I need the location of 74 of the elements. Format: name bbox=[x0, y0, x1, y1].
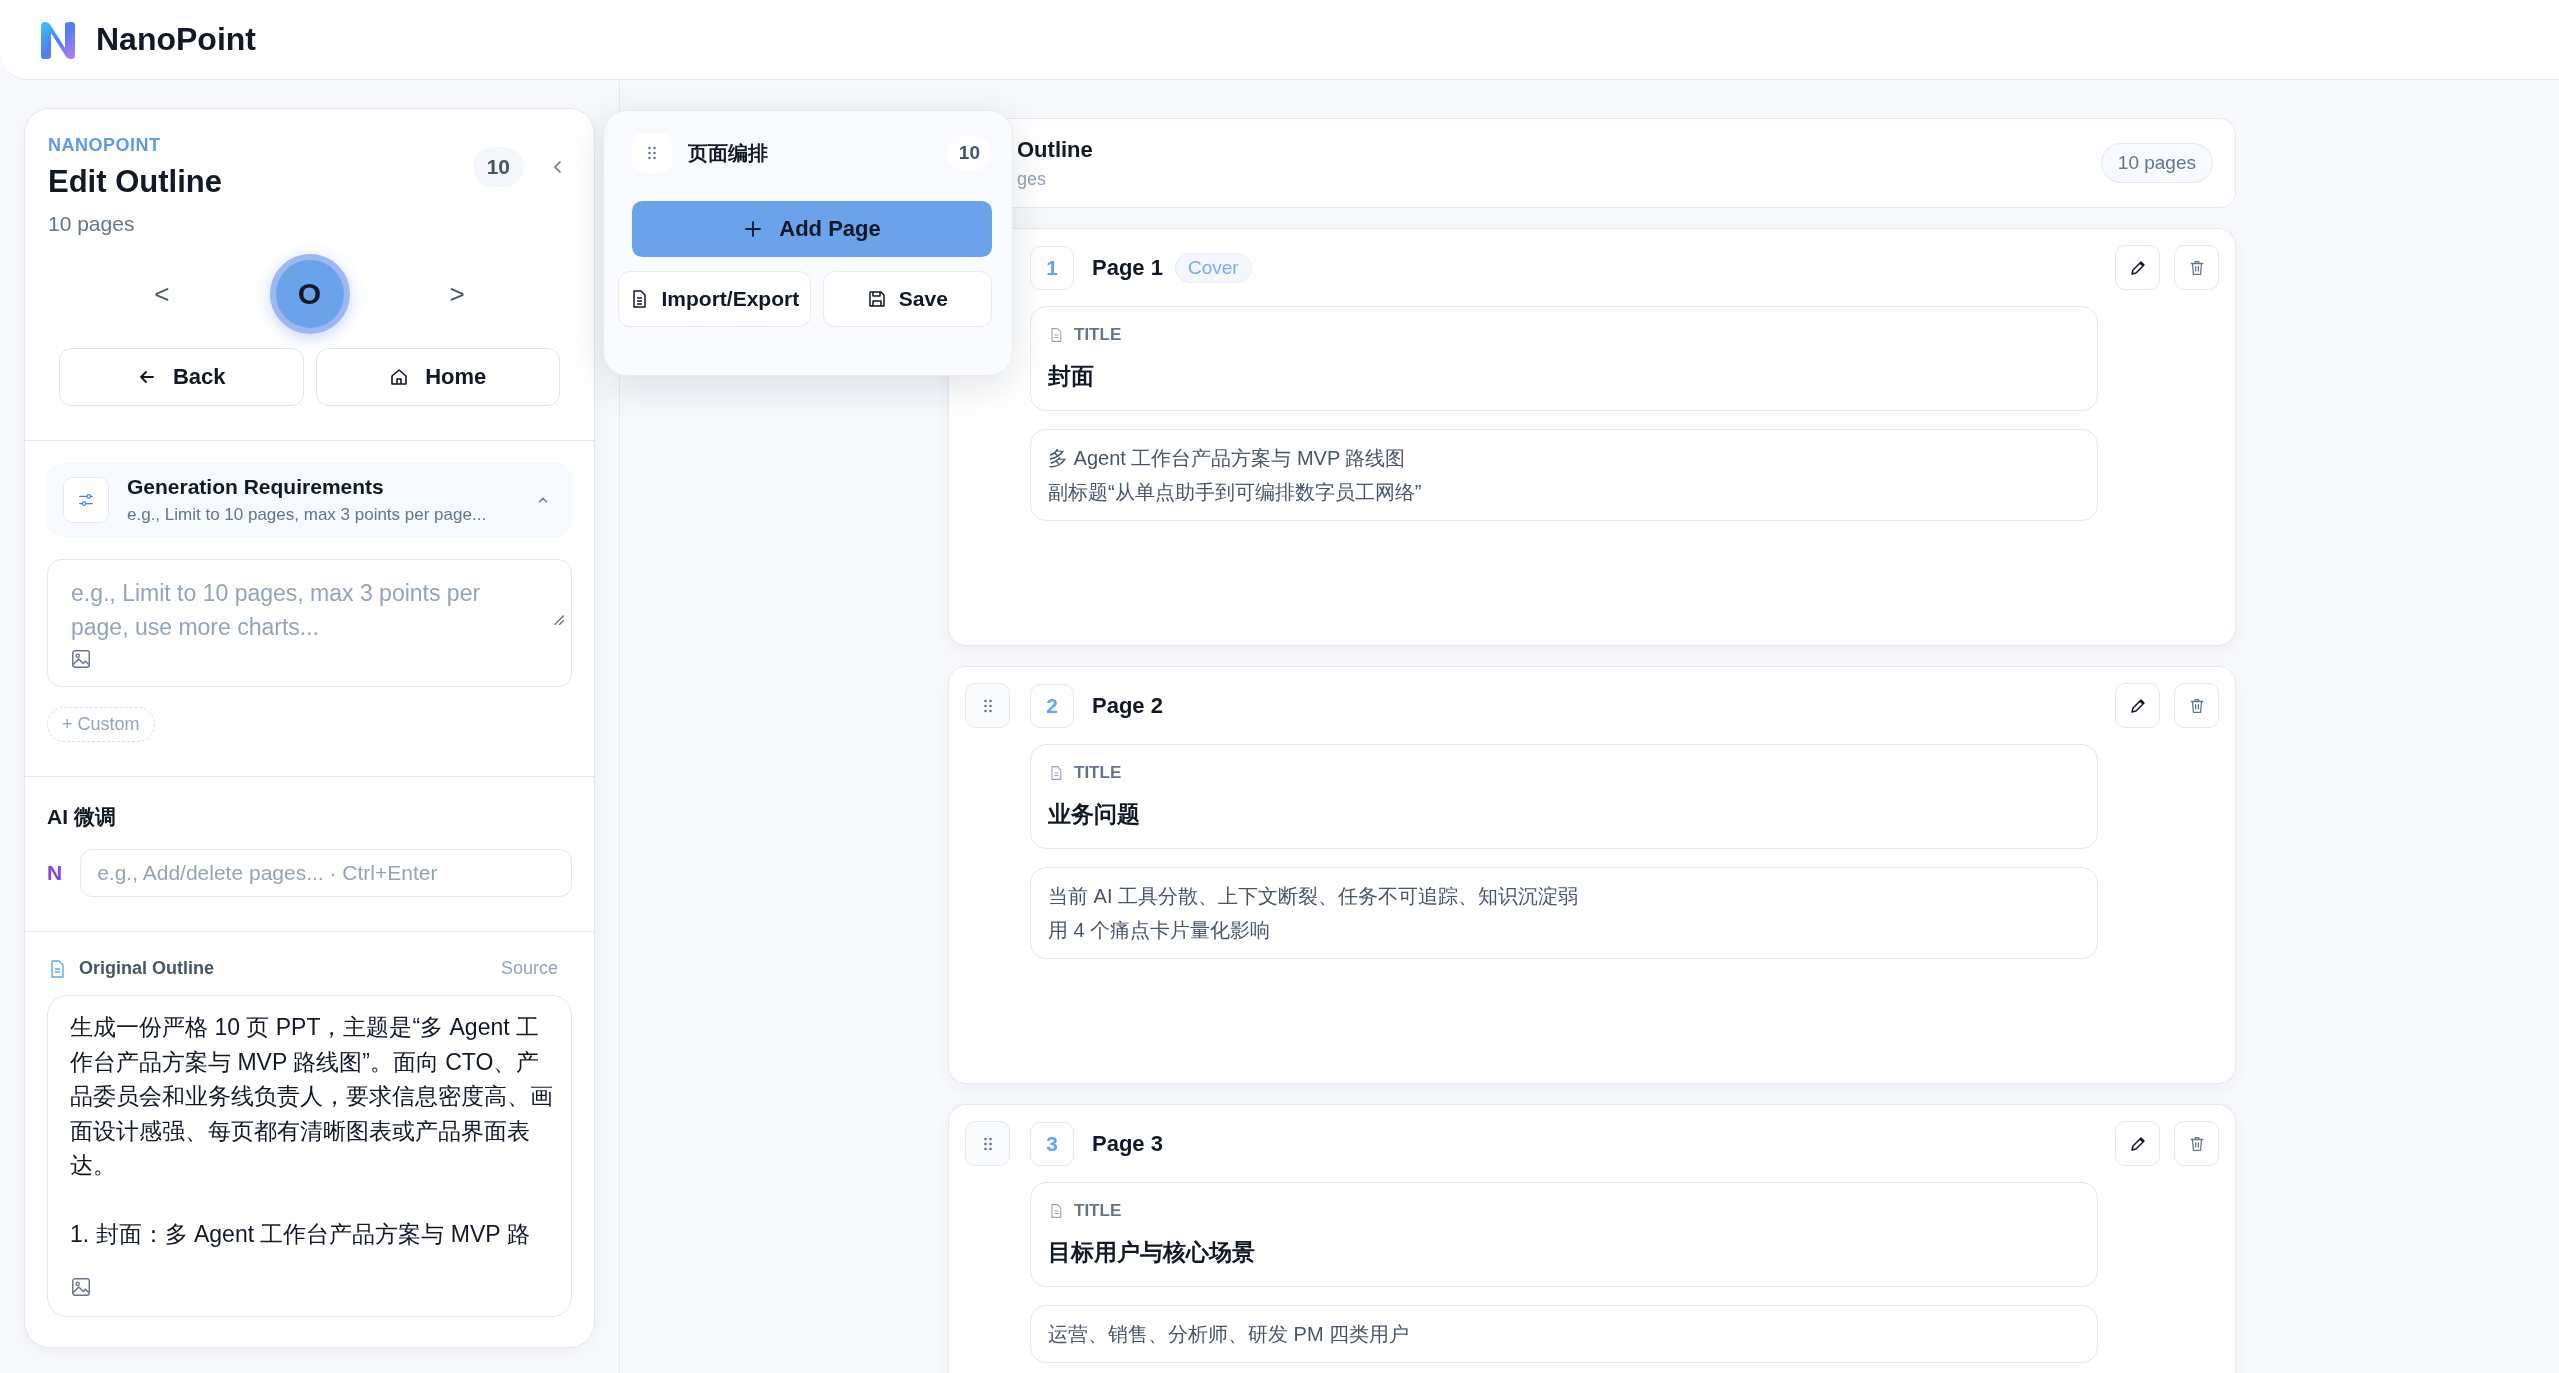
outline-title: Outline bbox=[1017, 136, 1093, 163]
eyebrow-label: NANOPOINT bbox=[48, 135, 162, 156]
outline-paragraph: 1. 封面：多 Agent 工作台产品方案与 MVP 路 bbox=[70, 1219, 531, 1249]
field-label: TITLE bbox=[1074, 325, 1122, 345]
outline-text-field[interactable]: 生成一份严格 10 页 PPT，主题是“多 Agent 工作台产品方案与 MVP 路线图”。面向 CTO、产品委员会和业务线负责人，要求信息密度高、画面设计感强、每页都有清晰图表或产品界面表达。 1. 封面：多 Agent 工作台产品方案与 MVP 路 bbox=[47, 995, 572, 1317]
requirements-header[interactable]: Generation Requirements e.g., Limit to 10 pages, max 3 points per page... bbox=[47, 463, 572, 537]
notes-field[interactable]: 多 Agent 工作台产品方案与 MVP 路线图 副标题“从单点助手到可编排数字员工网络” bbox=[1030, 429, 2098, 521]
sliders-icon bbox=[63, 477, 109, 523]
edit-button[interactable] bbox=[2115, 683, 2160, 728]
home-icon bbox=[389, 367, 410, 387]
resize-handle-icon[interactable] bbox=[551, 612, 565, 626]
delete-button[interactable] bbox=[2174, 683, 2219, 728]
page-title: Page 1 bbox=[1092, 254, 1163, 281]
page-number: 1 bbox=[1030, 245, 1074, 290]
count-badge: 10 bbox=[946, 136, 992, 170]
document-icon bbox=[1048, 765, 1064, 781]
plus-icon bbox=[743, 219, 764, 239]
note-line: 副标题“从单点助手到可编排数字员工网络” bbox=[1048, 480, 1423, 505]
page-count: 10 pages bbox=[48, 212, 136, 236]
ai-input-field[interactable]: e.g., Add/delete pages... · Ctrl+Enter bbox=[80, 849, 572, 897]
add-page-button[interactable]: Add Page bbox=[632, 201, 992, 257]
field-label: TITLE bbox=[1074, 763, 1122, 783]
home-button[interactable]: Home bbox=[315, 348, 560, 406]
edit-button[interactable] bbox=[2115, 1121, 2160, 1166]
note-line: 当前 AI 工具分散、上下文断裂、任务不可追踪、知识沉淀弱 bbox=[1048, 884, 1579, 909]
import-export-button[interactable]: Import/Export bbox=[618, 271, 811, 327]
title-field[interactable]: TITLE 业务问题 bbox=[1030, 744, 2098, 849]
requirements-field[interactable]: e.g., Limit to 10 pages, max 3 points per page, use more charts... bbox=[47, 559, 572, 687]
outline-subtitle: ges bbox=[1017, 168, 1048, 190]
notes-field[interactable]: 当前 AI 工具分散、上下文断裂、任务不可追踪、知识沉淀弱 用 4 个痛点卡片量化影响 bbox=[1030, 867, 2098, 959]
outline-paragraph: 生成一份严格 10 页 PPT，主题是“多 Agent 工作台产品方案与 MVP 路线图”。面向 CTO、产品委员会和业务线负责人，要求信息密度高、画面设计感强、每页都有清晰图表或产品界面表达。 bbox=[70, 1013, 554, 1180]
section-title: Original Outline bbox=[79, 958, 215, 979]
edit-button[interactable] bbox=[2115, 245, 2160, 290]
page-heading: 目标用户与核心场景 bbox=[1048, 1238, 1256, 1267]
logo-icon bbox=[38, 19, 78, 60]
drag-handle[interactable] bbox=[965, 1121, 1010, 1166]
page-number: 2 bbox=[1030, 683, 1074, 728]
page-number: 3 bbox=[1030, 1121, 1074, 1166]
ai-initial-label: N bbox=[47, 861, 63, 885]
title-field[interactable]: TITLE 目标用户与核心场景 bbox=[1030, 1182, 2098, 1287]
section-summary: e.g., Limit to 10 pages, max 3 points per page... bbox=[127, 505, 488, 525]
grip-icon[interactable] bbox=[632, 133, 672, 173]
document-icon bbox=[1048, 1203, 1064, 1219]
page-tag: Cover bbox=[1174, 252, 1252, 283]
drag-handle[interactable] bbox=[965, 683, 1010, 728]
page-heading: 业务问题 bbox=[1048, 800, 1141, 829]
previous-button[interactable]: < bbox=[142, 272, 182, 316]
grip-icon bbox=[982, 697, 993, 714]
grip-icon bbox=[982, 1135, 993, 1152]
section-title: Generation Requirements bbox=[127, 475, 385, 499]
panel-title: 页面编排 bbox=[688, 140, 768, 166]
next-button[interactable]: > bbox=[437, 272, 477, 316]
note-line: 运营、销售、分析师、研发 PM 四类用户 bbox=[1048, 1322, 1411, 1347]
note-line: 多 Agent 工作台产品方案与 MVP 路线图 bbox=[1048, 446, 1407, 471]
delete-button[interactable] bbox=[2174, 245, 2219, 290]
current-page-button[interactable]: O bbox=[269, 254, 350, 334]
notes-field[interactable]: 运营、销售、分析师、研发 PM 四类用户 bbox=[1030, 1305, 2098, 1363]
page-heading: 封面 bbox=[1048, 362, 1095, 391]
page-count-badge: 10 pages bbox=[2100, 143, 2213, 183]
document-icon bbox=[1048, 327, 1064, 343]
count-badge: 10 bbox=[472, 147, 524, 187]
title-field[interactable]: TITLE 封面 bbox=[1030, 306, 2098, 411]
delete-button[interactable] bbox=[2174, 1121, 2219, 1166]
image-icon bbox=[70, 648, 92, 670]
page-title: Page 3 bbox=[1092, 1130, 1163, 1157]
sidebar-title: Edit Outline bbox=[48, 164, 222, 200]
image-icon bbox=[70, 1276, 92, 1298]
save-button[interactable]: Save bbox=[822, 271, 992, 327]
note-line: 用 4 个痛点卡片量化影响 bbox=[1048, 918, 1272, 943]
section-title: AI 微调 bbox=[47, 804, 117, 830]
back-button[interactable]: Back bbox=[59, 348, 304, 406]
app-name: NanoPoint bbox=[96, 21, 256, 58]
page-title: Page 2 bbox=[1092, 692, 1163, 719]
field-label: TITLE bbox=[1074, 1201, 1122, 1221]
